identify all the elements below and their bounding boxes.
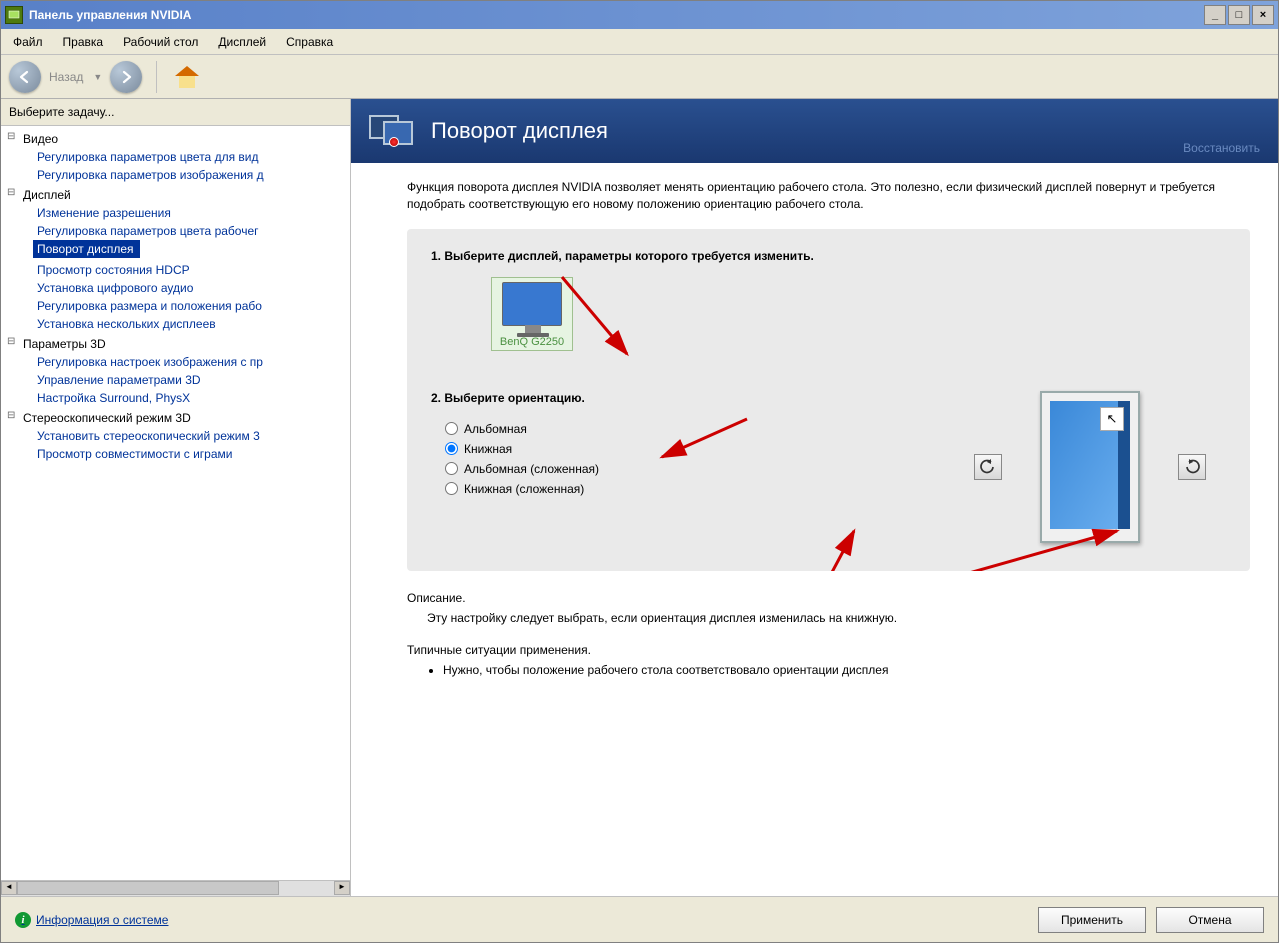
toolbar-separator [156,61,157,93]
tree-group-head[interactable]: Видео [5,130,350,148]
window-title: Панель управления NVIDIA [29,8,191,22]
orientation-radio-input[interactable] [445,462,458,475]
task-tree[interactable]: ВидеоРегулировка параметров цвета для ви… [1,126,350,880]
menu-help[interactable]: Справка [278,31,341,53]
tree-group-head[interactable]: Дисплей [5,186,350,204]
tree-item[interactable]: Изменение разрешения [33,204,350,222]
tree-item[interactable]: Регулировка размера и положения рабо [33,297,350,315]
maximize-button[interactable]: □ [1228,5,1250,25]
menu-file[interactable]: Файл [5,31,51,53]
main-header: Поворот дисплея Восстановить [351,99,1278,163]
sidebar-hscrollbar[interactable]: ◄ ► [1,880,350,896]
orientation-label: Альбомная (сложенная) [464,462,599,476]
monitor-icon [502,282,562,326]
restore-defaults-link[interactable]: Восстановить [1183,141,1260,155]
sidebar: Выберите задачу... ВидеоРегулировка пара… [1,99,351,896]
nav-back-dropdown-icon[interactable]: ▼ [93,72,102,82]
tree-item[interactable]: Управление параметрами 3D [33,371,350,389]
description-title: Описание. [407,591,1250,605]
description-section: Описание. Эту настройку следует выбрать,… [407,591,1250,677]
tree-group-head[interactable]: Стереоскопический режим 3D [5,409,350,427]
tree-item[interactable]: Установить стереоскопический режим 3 [33,427,350,445]
preview-monitor: ↖ [1040,391,1140,543]
apply-button[interactable]: Применить [1038,907,1146,933]
tree-item[interactable]: Регулировка параметров цвета для вид [33,148,350,166]
main-panel: Поворот дисплея Восстановить Функция пов… [351,99,1278,896]
tree-item[interactable]: Настройка Surround, PhysX [33,389,350,407]
usecase-item: Нужно, чтобы положение рабочего стола со… [443,663,1250,677]
scroll-left-button[interactable]: ◄ [1,881,17,895]
orientation-radio-input[interactable] [445,422,458,435]
display-name: BenQ G2250 [492,336,572,348]
app-icon [5,6,23,24]
orientation-radio-input[interactable] [445,482,458,495]
tree-item[interactable]: Просмотр состояния HDCP [33,261,350,279]
rotate-indicator-icon: ↖ [1100,407,1124,431]
menu-desktop[interactable]: Рабочий стол [115,31,206,53]
menu-edit[interactable]: Правка [55,31,112,53]
close-button[interactable]: × [1252,5,1274,25]
step2-title: 2. Выберите ориентацию. [431,391,599,405]
orientation-radio-input[interactable] [445,442,458,455]
tree-item[interactable]: Поворот дисплея [33,240,140,258]
orientation-radio[interactable]: Альбомная (сложенная) [445,459,599,479]
nav-forward-button[interactable] [110,61,142,93]
page-title: Поворот дисплея [431,118,608,144]
orientation-radio[interactable]: Книжная [445,439,599,459]
tree-item[interactable]: Регулировка параметров цвета рабочег [33,222,350,240]
rotate-display-icon [369,111,417,151]
orientation-radio[interactable]: Книжная (сложенная) [445,479,599,499]
home-button[interactable] [171,61,203,93]
content-area: Выберите задачу... ВидеоРегулировка пара… [1,99,1278,896]
usecases-title: Типичные ситуации применения. [407,643,1250,657]
settings-panel: 1. Выберите дисплей, параметры которого … [407,229,1250,571]
tree-item[interactable]: Установка цифрового аудио [33,279,350,297]
footer: i Информация о системе Применить Отмена [1,896,1278,942]
info-icon: i [15,912,31,928]
app-window: Панель управления NVIDIA _ □ × Файл Прав… [0,0,1279,943]
tree-item[interactable]: Регулировка параметров изображения д [33,166,350,184]
orientation-radio[interactable]: Альбомная [445,419,599,439]
orientation-label: Книжная (сложенная) [464,482,584,496]
menubar: Файл Правка Рабочий стол Дисплей Справка [1,29,1278,55]
orientation-label: Книжная [464,442,512,456]
rotate-cw-button[interactable] [1178,454,1206,480]
tree-item[interactable]: Регулировка настроек изображения с пр [33,353,350,371]
tree-item[interactable]: Установка нескольких дисплеев [33,315,350,333]
scroll-thumb[interactable] [17,881,279,895]
minimize-button[interactable]: _ [1204,5,1226,25]
scroll-right-button[interactable]: ► [334,881,350,895]
nav-back-label: Назад [49,70,83,84]
step1-title: 1. Выберите дисплей, параметры которого … [431,249,1226,263]
orientation-preview: ↖ [974,391,1206,543]
home-icon [175,66,199,88]
intro-text: Функция поворота дисплея NVIDIA позволяе… [407,179,1250,213]
tree-group-head[interactable]: Параметры 3D [5,335,350,353]
toolbar: Назад ▼ [1,55,1278,99]
orientation-label: Альбомная [464,422,527,436]
tree-item[interactable]: Просмотр совместимости с играми [33,445,350,463]
system-info-link[interactable]: i Информация о системе [15,912,168,928]
display-thumbnail[interactable]: BenQ G2250 [491,277,573,351]
cancel-button[interactable]: Отмена [1156,907,1264,933]
menu-display[interactable]: Дисплей [210,31,274,53]
titlebar: Панель управления NVIDIA _ □ × [1,1,1278,29]
sidebar-heading: Выберите задачу... [1,99,350,126]
system-info-label: Информация о системе [36,913,168,927]
description-text: Эту настройку следует выбрать, если орие… [427,611,1250,625]
rotate-ccw-button[interactable] [974,454,1002,480]
nav-back-button[interactable] [9,61,41,93]
main-body: Функция поворота дисплея NVIDIA позволяе… [351,163,1278,896]
